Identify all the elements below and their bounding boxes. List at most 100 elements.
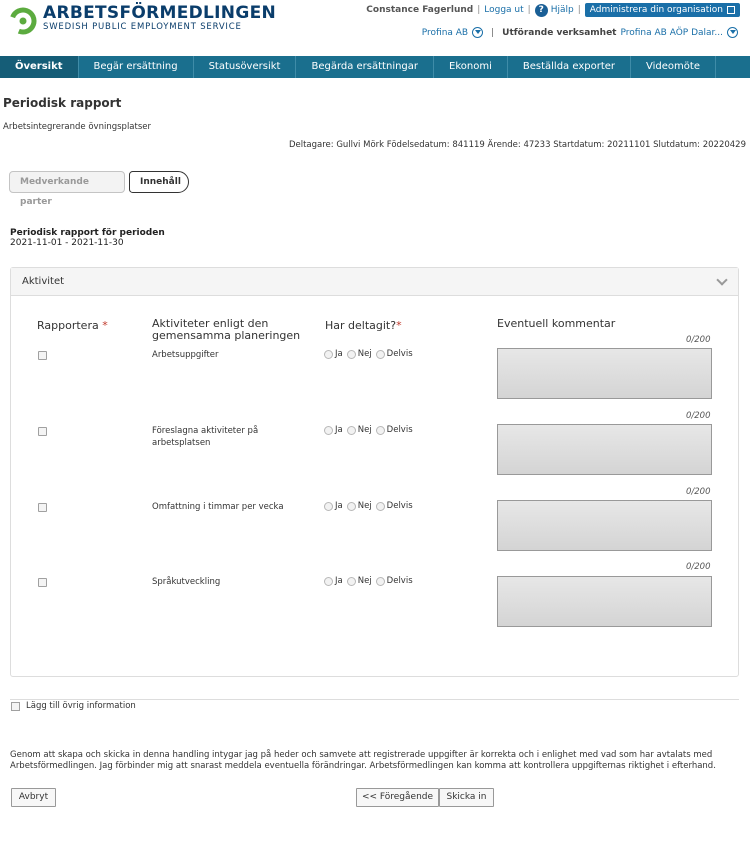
org-selector[interactable]: Profina AB: [422, 28, 468, 38]
separator: |: [577, 5, 581, 15]
col-deltagit: Har deltagit?*: [325, 320, 402, 332]
admin-org-label: Administrera din organisation: [589, 5, 723, 15]
radio-delvis[interactable]: [375, 501, 385, 511]
period-title: Periodisk rapport för perioden: [10, 228, 165, 238]
rapportera-checkbox[interactable]: [38, 427, 47, 436]
wizard-steps: Medverkande parter Innehåll: [9, 171, 189, 207]
chevron-down-icon[interactable]: [716, 273, 728, 286]
step-medverkande-parter[interactable]: Medverkande parter: [9, 171, 125, 207]
radio-delvis-label: Delvis: [386, 576, 413, 586]
admin-org-button[interactable]: Administrera din organisation: [584, 3, 740, 17]
activity-label: Föreslagna aktiviteter på arbetsplatsen: [152, 426, 259, 448]
top-links: Constance Fagerlund | Logga ut | ? Hjälp…: [366, 3, 740, 17]
radio-ja-label: Ja: [335, 576, 343, 586]
logo-name: ARBETSFÖRMEDLINGEN: [43, 3, 277, 23]
radio-nej[interactable]: [346, 349, 356, 359]
char-counter: 0/200: [686, 335, 711, 345]
deltagit-radios: Ja Nej Delvis: [324, 501, 417, 511]
col-kommentar: Eventuell kommentar: [497, 317, 616, 330]
declaration-text: Genom att skapa och skicka in denna hand…: [10, 750, 716, 771]
char-counter: 0/200: [686, 411, 711, 421]
radio-nej[interactable]: [346, 576, 356, 586]
extra-info-option: Lägg till övrig information: [11, 701, 136, 711]
radio-delvis[interactable]: [375, 425, 385, 435]
rapportera-checkbox[interactable]: [38, 351, 47, 360]
activity-label: Arbetsuppgifter: [152, 350, 219, 360]
char-counter: 0/200: [686, 562, 711, 572]
char-counter: 0/200: [686, 487, 711, 497]
logo-subtitle: SWEDISH PUBLIC EMPLOYMENT SERVICE: [43, 22, 242, 32]
required-marker: *: [396, 319, 402, 332]
comment-textarea[interactable]: [497, 500, 712, 551]
comment-textarea[interactable]: [497, 424, 712, 475]
help-icon[interactable]: ?: [534, 3, 548, 17]
logout-link[interactable]: Logga ut: [484, 5, 523, 15]
chevron-down-icon[interactable]: [472, 27, 484, 38]
extra-info-label: Lägg till övrig information: [26, 701, 136, 711]
nav-item-statusoversikt[interactable]: Statusöversikt: [194, 56, 297, 78]
radio-nej[interactable]: [346, 425, 356, 435]
rapportera-checkbox[interactable]: [38, 578, 47, 587]
verksamhet-label: Utförande verksamhet: [502, 27, 617, 38]
nav-item-oversikt[interactable]: Översikt: [0, 56, 79, 78]
page-title: Periodisk rapport: [3, 96, 122, 110]
verksamhet-selector[interactable]: Profina AB AÖP Dalar...: [620, 28, 723, 38]
radio-delvis-label: Delvis: [386, 349, 413, 359]
deltagit-radios: Ja Nej Delvis: [324, 349, 417, 359]
logo-mark-icon: [8, 5, 38, 35]
header: ARBETSFÖRMEDLINGEN SWEDISH PUBLIC EMPLOY…: [0, 0, 750, 56]
logo[interactable]: ARBETSFÖRMEDLINGEN SWEDISH PUBLIC EMPLOY…: [8, 4, 276, 35]
panel-header[interactable]: Aktivitet: [11, 268, 738, 296]
chevron-down-icon[interactable]: [727, 27, 738, 38]
step-innehall[interactable]: Innehåll: [129, 171, 189, 193]
deltagit-radios: Ja Nej Delvis: [324, 425, 417, 435]
radio-ja-label: Ja: [335, 349, 343, 359]
nav-item-begar-ersattning[interactable]: Begär ersättning: [79, 56, 194, 78]
main-nav: Översikt Begär ersättning Statusöversikt…: [0, 56, 750, 78]
org-line: Profina AB | Utförande verksamhet Profin…: [422, 27, 738, 38]
col-deltagit-label: Har deltagit?: [325, 319, 397, 332]
radio-nej-label: Nej: [357, 349, 372, 359]
radio-ja-label: Ja: [335, 425, 343, 435]
activity-panel: Aktivitet Rapportera * Aktiviteter enlig…: [10, 267, 739, 677]
separator: |: [527, 5, 531, 15]
radio-nej[interactable]: [346, 501, 356, 511]
radio-delvis-label: Delvis: [386, 501, 413, 511]
separator: |: [477, 5, 481, 15]
divider: [10, 699, 739, 700]
nav-item-bestallda-exporter[interactable]: Beställda exporter: [508, 56, 632, 78]
separator: |: [491, 27, 495, 38]
radio-nej-label: Nej: [357, 576, 372, 586]
radio-delvis[interactable]: [375, 576, 385, 586]
panel-title: Aktivitet: [22, 276, 65, 287]
external-link-icon: [727, 6, 735, 14]
col-aktiviteter: Aktiviteter enligt den gemensamma planer…: [152, 317, 301, 342]
submit-button[interactable]: Skicka in: [439, 788, 494, 807]
cancel-button[interactable]: Avbryt: [11, 788, 56, 807]
nav-item-ekonomi[interactable]: Ekonomi: [434, 56, 508, 78]
required-marker: *: [102, 319, 108, 332]
extra-info-checkbox[interactable]: [11, 701, 20, 711]
user-name: Constance Fagerlund: [366, 5, 474, 15]
radio-ja[interactable]: [324, 576, 333, 586]
radio-ja[interactable]: [324, 501, 333, 511]
radio-delvis[interactable]: [375, 349, 385, 359]
deltagit-radios: Ja Nej Delvis: [324, 576, 417, 586]
period-dates: 2021-11-01 - 2021-11-30: [10, 238, 124, 248]
previous-button[interactable]: << Föregående: [356, 788, 439, 807]
activity-label: Omfattning i timmar per vecka: [152, 502, 284, 512]
col-rapportera: Rapportera *: [37, 320, 108, 332]
radio-nej-label: Nej: [357, 425, 372, 435]
comment-textarea[interactable]: [497, 576, 712, 627]
radio-ja-label: Ja: [335, 501, 343, 511]
radio-ja[interactable]: [324, 425, 333, 435]
nav-item-videomote[interactable]: Videomöte: [631, 56, 716, 78]
nav-item-begarda-ersattningar[interactable]: Begärda ersättningar: [296, 56, 435, 78]
help-link[interactable]: Hjälp: [551, 5, 574, 15]
rapportera-checkbox[interactable]: [38, 503, 47, 512]
col-rapportera-label: Rapportera: [37, 319, 99, 332]
radio-ja[interactable]: [324, 349, 333, 359]
comment-textarea[interactable]: [497, 348, 712, 399]
radio-delvis-label: Delvis: [386, 425, 413, 435]
radio-nej-label: Nej: [357, 501, 372, 511]
